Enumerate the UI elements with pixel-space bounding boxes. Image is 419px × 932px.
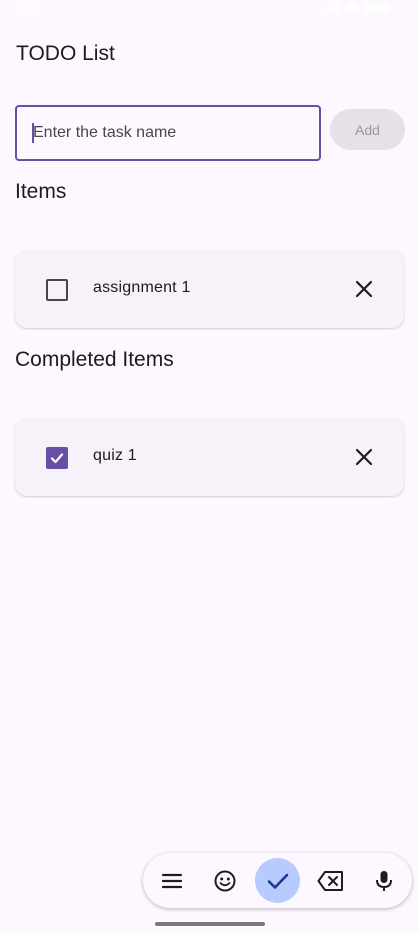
add-button[interactable]: Add [330,109,405,150]
backspace-icon [317,871,343,891]
items-heading: Items [15,180,67,203]
signal-icon [321,3,339,13]
task-checkbox[interactable] [46,279,68,301]
emoji-button[interactable] [210,866,240,896]
home-indicator[interactable] [155,922,265,926]
backspace-button[interactable] [316,866,346,896]
status-bar: 9:00 [0,0,419,22]
task-checkbox-checked[interactable] [46,447,68,469]
page-title: TODO List [16,42,115,65]
task-card-completed: quiz 1 [15,418,404,496]
task-card-item: assignment 1 [15,250,404,328]
keyboard-toolbar [143,853,412,908]
status-time: 9:00 [18,2,42,16]
voice-input-button[interactable] [369,866,399,896]
task-name-field[interactable] [15,105,321,161]
close-icon [355,448,373,466]
status-icons [321,3,389,13]
completed-items-heading: Completed Items [15,348,174,371]
mic-icon [376,871,392,891]
emoji-icon [214,870,236,892]
check-icon [267,873,289,889]
checkmark-icon [50,453,64,464]
keyboard-menu-button[interactable] [157,866,187,896]
task-name: quiz 1 [93,447,137,464]
menu-icon [161,873,183,889]
battery-icon [365,3,389,13]
close-icon [355,280,373,298]
delete-task-button[interactable] [351,444,377,470]
task-name-input[interactable] [33,107,313,159]
delete-task-button[interactable] [351,276,377,302]
done-button[interactable] [263,866,293,896]
task-name: assignment 1 [93,279,191,296]
wifi-icon [345,3,359,13]
